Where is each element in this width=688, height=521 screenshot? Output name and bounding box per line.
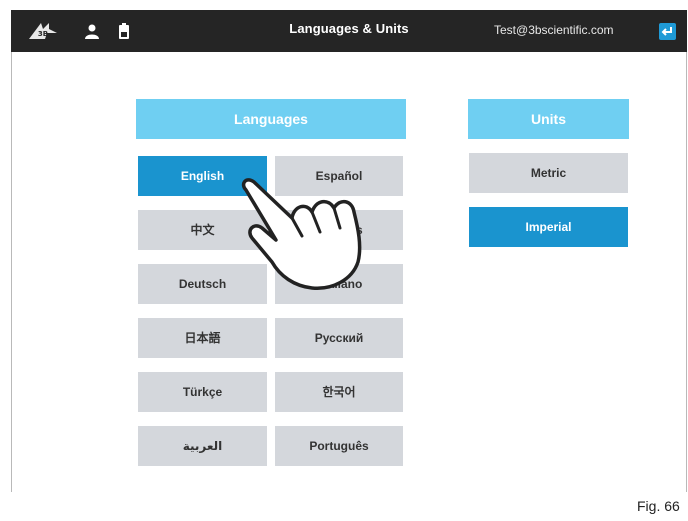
top-bar: 3B Languages & Units Test@3bscientific.c…	[11, 10, 687, 52]
hand-pointer-icon	[241, 178, 362, 290]
frame-border-left	[11, 52, 12, 492]
unit-metric[interactable]: Metric	[469, 153, 628, 193]
frame-border-right	[686, 52, 687, 492]
languages-header: Languages	[136, 99, 406, 139]
user-email: Test@3bscientific.com	[494, 23, 614, 37]
language-korean[interactable]: 한국어	[275, 372, 403, 412]
language-russian[interactable]: Русский	[275, 318, 403, 358]
units-header: Units	[468, 99, 629, 139]
figure-caption: Fig. 66	[637, 498, 680, 514]
return-icon	[661, 27, 672, 36]
return-button[interactable]	[659, 23, 676, 40]
language-turkish[interactable]: Türkçe	[138, 372, 267, 412]
unit-imperial[interactable]: Imperial	[469, 207, 628, 247]
language-arabic[interactable]: العربية	[138, 426, 267, 466]
language-portugues[interactable]: Português	[275, 426, 403, 466]
language-japanese[interactable]: 日本語	[138, 318, 267, 358]
